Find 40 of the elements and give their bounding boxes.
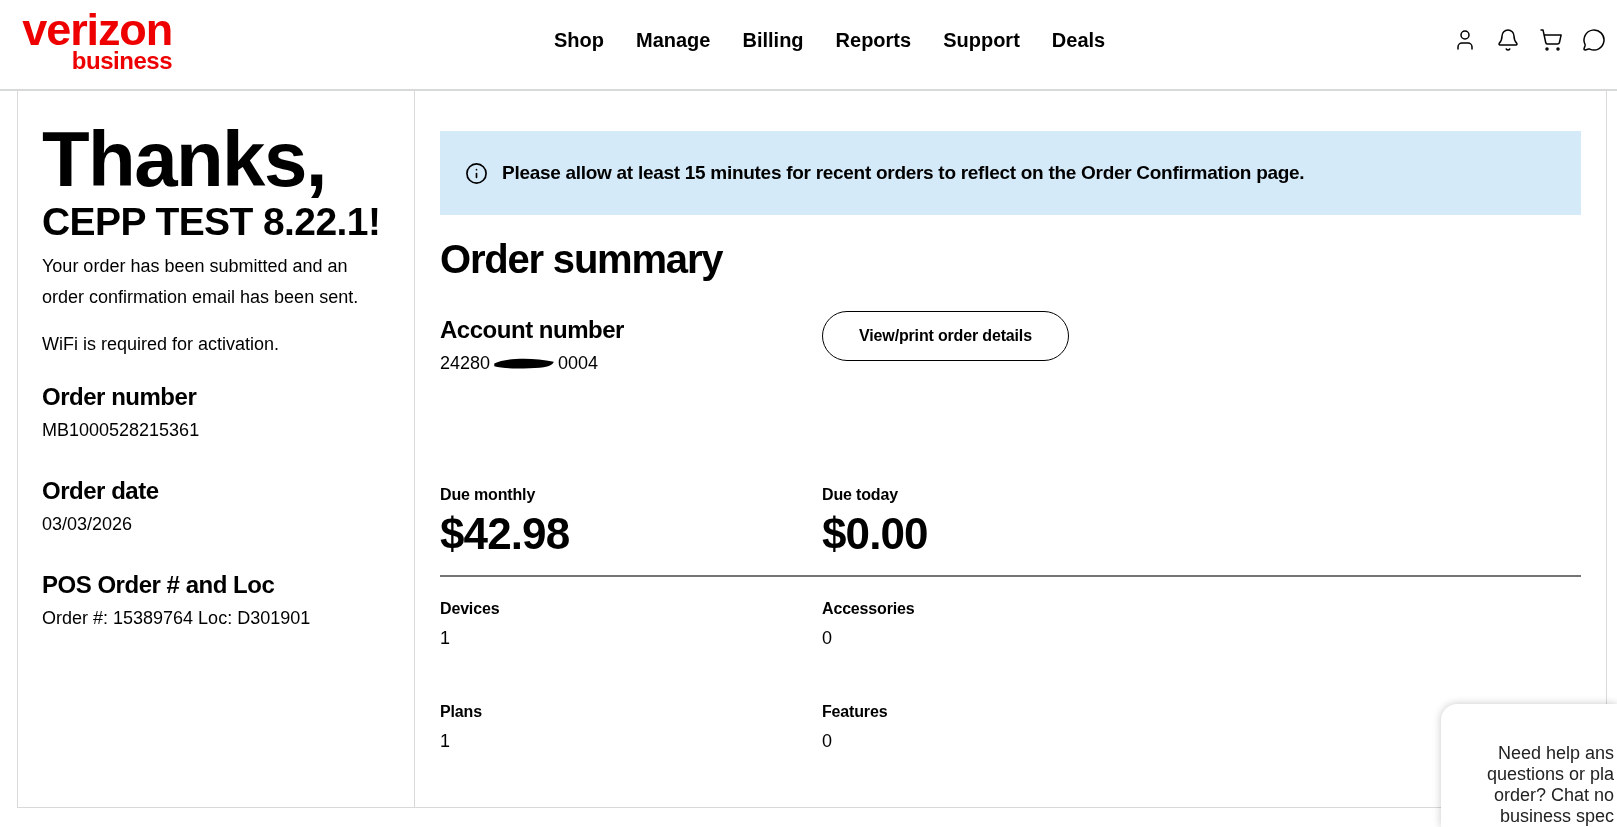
- nav-link[interactable]: Billing: [742, 28, 804, 52]
- nav-link[interactable]: Support: [943, 28, 1020, 52]
- customer-name-heading: CEPP TEST 8.22.1!: [42, 202, 381, 241]
- thanks-heading: Thanks,: [42, 120, 326, 198]
- count-label: Devices: [440, 599, 500, 619]
- detail-label: Order date: [42, 476, 159, 506]
- nav-link[interactable]: Manage: [636, 28, 711, 52]
- chat-bubble-icon[interactable]: [1582, 28, 1606, 52]
- count-label: Features: [822, 702, 888, 722]
- total-amount: $0.00: [822, 508, 928, 560]
- detail-label: POS Order # and Loc: [42, 570, 275, 600]
- chat-prompt-text: Need help ans questions or pla order? Chat no business spec: [1485, 743, 1614, 827]
- nav-link[interactable]: Shop: [554, 28, 604, 52]
- account-number-text: 0004: [558, 352, 599, 375]
- info-banner-text: Please allow at least 15 minutes for recent orders to reflect on the Order Confirmation page.: [502, 160, 1305, 185]
- detail-value: MB1000528215361: [42, 419, 200, 442]
- account-number-label: Account number: [440, 315, 624, 345]
- count-value: 1: [440, 627, 450, 650]
- total-amount: $42.98: [440, 508, 570, 560]
- account-number-text: 24280: [440, 352, 491, 375]
- count-value: 1: [440, 730, 450, 753]
- view-print-order-button[interactable]: View/print order details: [822, 311, 1069, 361]
- confirmation-message: WiFi is required for activation.: [42, 333, 281, 356]
- detail-value: 03/03/2026: [42, 513, 133, 536]
- total-label: Due monthly: [440, 485, 536, 505]
- nav-link[interactable]: Reports: [835, 28, 912, 52]
- count-label: Plans: [440, 702, 482, 722]
- info-icon: [465, 161, 488, 185]
- count-value: 0: [822, 730, 832, 753]
- detail-label: Order number: [42, 382, 197, 412]
- bell-icon[interactable]: [1496, 28, 1520, 52]
- confirmation-message: Your order has been submitted and an order confirmation email has been sent.: [42, 255, 360, 309]
- count-label: Accessories: [822, 599, 915, 619]
- order-summary-heading: Order summary: [440, 236, 723, 283]
- count-value: 0: [822, 627, 832, 650]
- detail-value: Order #: 15389764 Loc: D301901: [42, 607, 311, 630]
- nav-link[interactable]: Deals: [1051, 28, 1106, 52]
- total-label: Due today: [822, 485, 898, 505]
- cart-icon[interactable]: [1539, 28, 1563, 52]
- logo-link[interactable]: verizon business: [17, 7, 172, 73]
